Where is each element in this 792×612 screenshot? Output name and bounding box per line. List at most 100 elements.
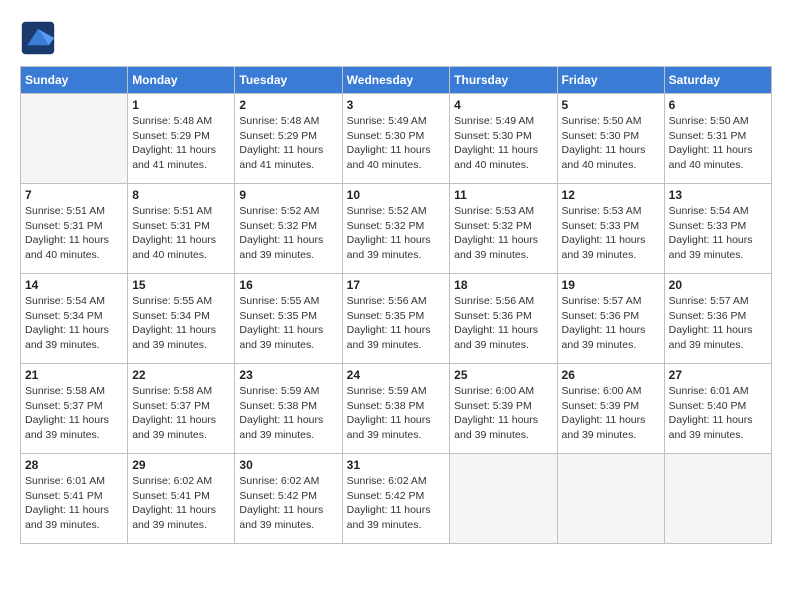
day-info: Sunrise: 5:57 AMSunset: 5:36 PMDaylight:… xyxy=(669,294,767,353)
day-number: 10 xyxy=(347,188,446,202)
day-number: 24 xyxy=(347,368,446,382)
calendar-cell: 5 Sunrise: 5:50 AMSunset: 5:30 PMDaylight… xyxy=(557,94,664,184)
day-info: Sunrise: 5:58 AMSunset: 5:37 PMDaylight:… xyxy=(25,384,123,443)
calendar-cell: 21 Sunrise: 5:58 AMSunset: 5:37 PMDayligh… xyxy=(21,364,128,454)
calendar-cell: 8 Sunrise: 5:51 AMSunset: 5:31 PMDaylight… xyxy=(128,184,235,274)
day-number: 16 xyxy=(239,278,337,292)
day-number: 12 xyxy=(562,188,660,202)
calendar-cell: 20 Sunrise: 5:57 AMSunset: 5:36 PMDayligh… xyxy=(664,274,771,364)
header-thursday: Thursday xyxy=(450,67,557,94)
calendar-cell: 22Sunrise: 5:58 AMSunset: 5:37 PMDayligh… xyxy=(128,364,235,454)
day-number: 7 xyxy=(25,188,123,202)
calendar-cell: 11Sunrise: 5:53 AMSunset: 5:32 PMDayligh… xyxy=(450,184,557,274)
calendar-cell: 12 Sunrise: 5:53 AMSunset: 5:33 PMDayligh… xyxy=(557,184,664,274)
calendar-cell: 6 Sunrise: 5:50 AMSunset: 5:31 PMDaylight… xyxy=(664,94,771,184)
header-friday: Friday xyxy=(557,67,664,94)
day-info: Sunrise: 5:55 AMSunset: 5:35 PMDaylight:… xyxy=(239,294,337,353)
header-sunday: Sunday xyxy=(21,67,128,94)
calendar-cell: 29 Sunrise: 6:02 AMSunset: 5:41 PMDayligh… xyxy=(128,454,235,544)
day-number: 4 xyxy=(454,98,552,112)
day-info: Sunrise: 5:53 AMSunset: 5:33 PMDaylight:… xyxy=(562,204,660,263)
day-info: Sunrise: 5:56 AMSunset: 5:36 PMDaylight:… xyxy=(454,294,552,353)
calendar-cell: 19 Sunrise: 5:57 AMSunset: 5:36 PMDayligh… xyxy=(557,274,664,364)
day-number: 30 xyxy=(239,458,337,472)
calendar-cell: 30 Sunrise: 6:02 AMSunset: 5:42 PMDayligh… xyxy=(235,454,342,544)
day-info: Sunrise: 5:50 AMSunset: 5:31 PMDaylight:… xyxy=(669,114,767,173)
day-number: 3 xyxy=(347,98,446,112)
day-info: Sunrise: 5:54 AMSunset: 5:33 PMDaylight:… xyxy=(669,204,767,263)
day-number: 1 xyxy=(132,98,230,112)
calendar-cell: 13 Sunrise: 5:54 AMSunset: 5:33 PMDayligh… xyxy=(664,184,771,274)
calendar-cell xyxy=(557,454,664,544)
day-number: 2 xyxy=(239,98,337,112)
day-info: Sunrise: 5:52 AMSunset: 5:32 PMDaylight:… xyxy=(347,204,446,263)
day-info: Sunrise: 5:51 AMSunset: 5:31 PMDaylight:… xyxy=(132,204,230,263)
day-info: Sunrise: 5:56 AMSunset: 5:35 PMDaylight:… xyxy=(347,294,446,353)
calendar-cell: 18 Sunrise: 5:56 AMSunset: 5:36 PMDayligh… xyxy=(450,274,557,364)
calendar-cell: 28 Sunrise: 6:01 AMSunset: 5:41 PMDayligh… xyxy=(21,454,128,544)
day-number: 23 xyxy=(239,368,337,382)
logo-icon xyxy=(20,20,56,56)
day-info: Sunrise: 5:48 AMSunset: 5:29 PMDaylight:… xyxy=(132,114,230,173)
day-info: Sunrise: 6:02 AMSunset: 5:41 PMDaylight:… xyxy=(132,474,230,533)
week-row-2: 7 Sunrise: 5:51 AMSunset: 5:31 PMDaylight… xyxy=(21,184,772,274)
week-row-3: 14Sunrise: 5:54 AMSunset: 5:34 PMDayligh… xyxy=(21,274,772,364)
day-number: 21 xyxy=(25,368,123,382)
day-number: 17 xyxy=(347,278,446,292)
day-info: Sunrise: 5:48 AMSunset: 5:29 PMDaylight:… xyxy=(239,114,337,173)
day-info: Sunrise: 6:00 AMSunset: 5:39 PMDaylight:… xyxy=(454,384,552,443)
day-number: 26 xyxy=(562,368,660,382)
day-number: 13 xyxy=(669,188,767,202)
day-info: Sunrise: 5:59 AMSunset: 5:38 PMDaylight:… xyxy=(239,384,337,443)
calendar-cell: 31Sunrise: 6:02 AMSunset: 5:42 PMDayligh… xyxy=(342,454,450,544)
day-number: 27 xyxy=(669,368,767,382)
calendar-cell: 25Sunrise: 6:00 AMSunset: 5:39 PMDayligh… xyxy=(450,364,557,454)
day-number: 22 xyxy=(132,368,230,382)
week-row-5: 28 Sunrise: 6:01 AMSunset: 5:41 PMDayligh… xyxy=(21,454,772,544)
week-row-4: 21 Sunrise: 5:58 AMSunset: 5:37 PMDayligh… xyxy=(21,364,772,454)
day-info: Sunrise: 5:50 AMSunset: 5:30 PMDaylight:… xyxy=(562,114,660,173)
day-number: 20 xyxy=(669,278,767,292)
header-tuesday: Tuesday xyxy=(235,67,342,94)
day-number: 19 xyxy=(562,278,660,292)
calendar-cell xyxy=(664,454,771,544)
day-info: Sunrise: 5:59 AMSunset: 5:38 PMDaylight:… xyxy=(347,384,446,443)
calendar-cell: 10 Sunrise: 5:52 AMSunset: 5:32 PMDayligh… xyxy=(342,184,450,274)
day-number: 28 xyxy=(25,458,123,472)
header-saturday: Saturday xyxy=(664,67,771,94)
calendar-cell: 16 Sunrise: 5:55 AMSunset: 5:35 PMDayligh… xyxy=(235,274,342,364)
calendar-cell: 3Sunrise: 5:49 AMSunset: 5:30 PMDaylight… xyxy=(342,94,450,184)
day-info: Sunrise: 5:57 AMSunset: 5:36 PMDaylight:… xyxy=(562,294,660,353)
calendar-cell: 14Sunrise: 5:54 AMSunset: 5:34 PMDayligh… xyxy=(21,274,128,364)
day-number: 15 xyxy=(132,278,230,292)
calendar-cell: 7Sunrise: 5:51 AMSunset: 5:31 PMDaylight… xyxy=(21,184,128,274)
day-number: 8 xyxy=(132,188,230,202)
day-number: 5 xyxy=(562,98,660,112)
day-number: 6 xyxy=(669,98,767,112)
day-info: Sunrise: 5:49 AMSunset: 5:30 PMDaylight:… xyxy=(454,114,552,173)
calendar-cell xyxy=(450,454,557,544)
day-number: 18 xyxy=(454,278,552,292)
header-wednesday: Wednesday xyxy=(342,67,450,94)
day-number: 29 xyxy=(132,458,230,472)
calendar-table: Sunday Monday Tuesday Wednesday Thursday… xyxy=(20,66,772,544)
day-info: Sunrise: 5:55 AMSunset: 5:34 PMDaylight:… xyxy=(132,294,230,353)
calendar-cell: 4 Sunrise: 5:49 AMSunset: 5:30 PMDaylight… xyxy=(450,94,557,184)
calendar-cell: 23 Sunrise: 5:59 AMSunset: 5:38 PMDayligh… xyxy=(235,364,342,454)
day-info: Sunrise: 5:52 AMSunset: 5:32 PMDaylight:… xyxy=(239,204,337,263)
calendar-header-row: Sunday Monday Tuesday Wednesday Thursday… xyxy=(21,67,772,94)
day-info: Sunrise: 6:02 AMSunset: 5:42 PMDaylight:… xyxy=(239,474,337,533)
header-monday: Monday xyxy=(128,67,235,94)
calendar-cell: 2 Sunrise: 5:48 AMSunset: 5:29 PMDaylight… xyxy=(235,94,342,184)
day-info: Sunrise: 6:00 AMSunset: 5:39 PMDaylight:… xyxy=(562,384,660,443)
day-info: Sunrise: 5:54 AMSunset: 5:34 PMDaylight:… xyxy=(25,294,123,353)
calendar-cell xyxy=(21,94,128,184)
calendar-cell: 17 Sunrise: 5:56 AMSunset: 5:35 PMDayligh… xyxy=(342,274,450,364)
calendar-cell: 1 Sunrise: 5:48 AMSunset: 5:29 PMDaylight… xyxy=(128,94,235,184)
logo xyxy=(20,20,58,56)
day-info: Sunrise: 6:01 AMSunset: 5:40 PMDaylight:… xyxy=(669,384,767,443)
week-row-1: 1 Sunrise: 5:48 AMSunset: 5:29 PMDaylight… xyxy=(21,94,772,184)
calendar-cell: 9Sunrise: 5:52 AMSunset: 5:32 PMDaylight… xyxy=(235,184,342,274)
day-info: Sunrise: 6:01 AMSunset: 5:41 PMDaylight:… xyxy=(25,474,123,533)
day-info: Sunrise: 6:02 AMSunset: 5:42 PMDaylight:… xyxy=(347,474,446,533)
